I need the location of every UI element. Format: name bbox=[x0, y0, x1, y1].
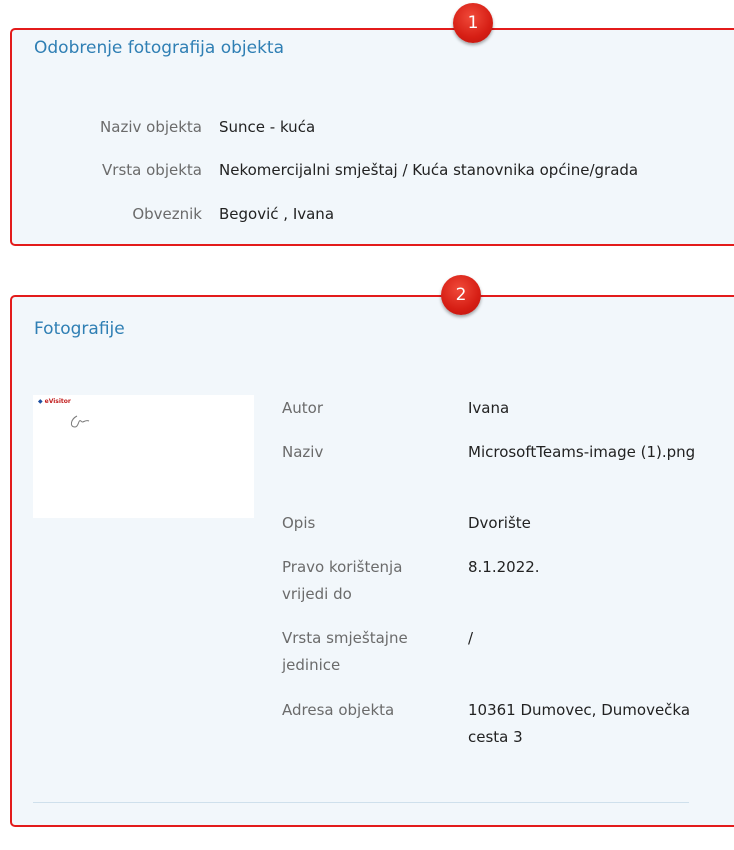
photo-value-address: 10361 Dumovec, Dumovečka cesta 3 bbox=[468, 701, 691, 746]
photo-label-name: Naziv bbox=[282, 443, 324, 461]
photo-value-author: Ivana bbox=[468, 399, 510, 417]
photo-label-description: Opis bbox=[282, 514, 316, 532]
photo-label-author: Autor bbox=[282, 399, 323, 417]
photo-label-unit-type: Vrsta smještajne jedinice bbox=[282, 629, 408, 674]
photos-title: Fotografije bbox=[34, 319, 125, 339]
section-divider bbox=[33, 802, 689, 803]
field-label-obligor: Obveznik bbox=[132, 205, 202, 223]
photo-value-usage-rights: 8.1.2022. bbox=[468, 558, 540, 576]
field-label-object-name: Naziv objekta bbox=[100, 118, 202, 136]
field-value-obligor: Begović , Ivana bbox=[219, 205, 335, 223]
photo-thumbnail[interactable]: ◆ eVisitor bbox=[33, 395, 254, 518]
approval-title: Odobrenje fotografija objekta bbox=[34, 38, 285, 58]
photo-value-description: Dvorište bbox=[468, 514, 531, 532]
photo-value-unit-type: / bbox=[468, 629, 474, 647]
photo-value-name: MicrosoftTeams-image (1).png bbox=[468, 443, 696, 461]
photo-label-address: Adresa objekta bbox=[282, 701, 395, 719]
photo-label-usage-rights: Pravo korištenja vrijedi do bbox=[282, 558, 403, 603]
annotation-badge-1: 1 bbox=[453, 3, 493, 43]
handwritten-scribble-icon bbox=[70, 415, 90, 428]
annotation-badge-2: 2 bbox=[441, 275, 481, 315]
field-label-object-type: Vrsta objekta bbox=[102, 161, 202, 179]
field-value-object-name: Sunce - kuća bbox=[219, 118, 316, 136]
field-value-object-type: Nekomercijalni smještaj / Kuća stanovnik… bbox=[219, 161, 639, 179]
